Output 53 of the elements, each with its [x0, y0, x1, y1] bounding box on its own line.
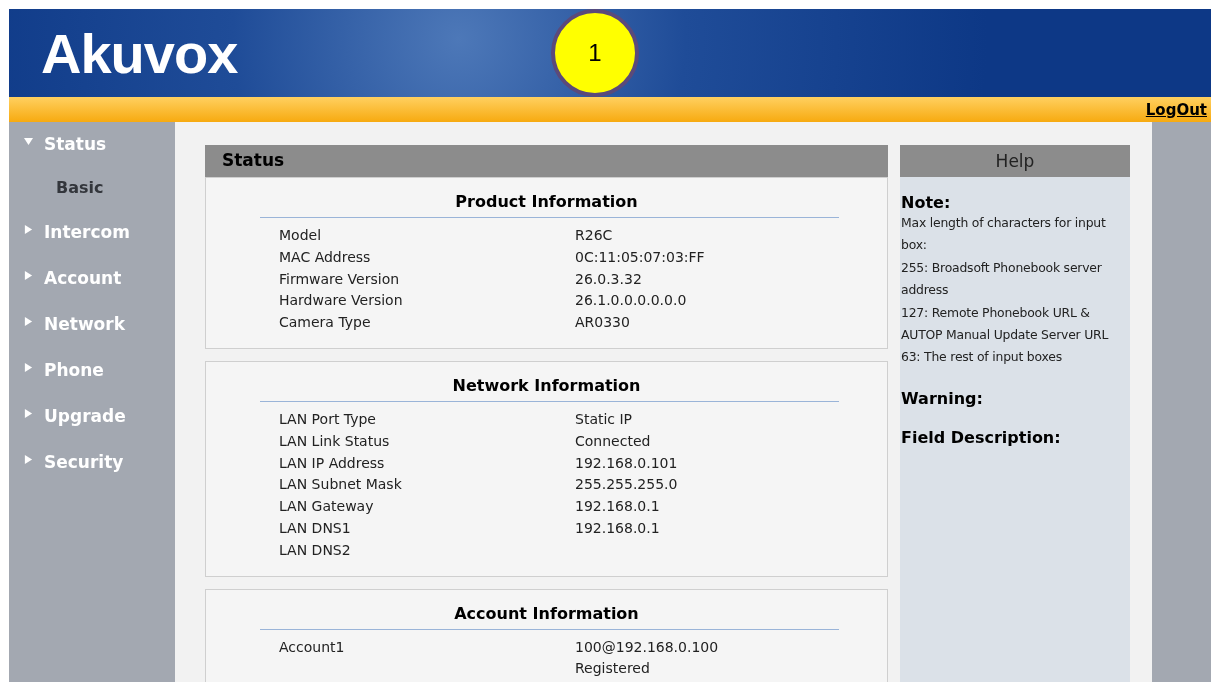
section-title: Product Information	[454, 191, 639, 213]
expander-icon	[24, 137, 33, 146]
field-label: LAN Link Status	[279, 432, 390, 449]
expander-icon	[24, 363, 33, 372]
section-title: Account Information	[453, 602, 640, 625]
help-title: Help	[900, 145, 1130, 177]
field-label: LAN DNS2	[279, 541, 351, 558]
field-label: LAN DNS1	[279, 519, 351, 536]
field-value: 192.168.0.101	[575, 454, 678, 471]
field-label: LAN Subnet Mask	[279, 476, 402, 493]
nav-item[interactable]: Security	[9, 452, 175, 498]
field-value: 192.168.0.1	[575, 498, 660, 515]
field-value: 255.255.255.0	[575, 476, 678, 493]
nav-subitem[interactable]: Basic	[9, 178, 175, 222]
field-label: MAC Address	[279, 248, 371, 265]
callout-badge: 1	[551, 9, 639, 97]
field-value: 192.168.0.1	[575, 519, 660, 536]
panel-title: Status	[205, 145, 888, 177]
nav-item[interactable]: Phone	[9, 360, 175, 406]
field-label: Model	[279, 227, 322, 243]
expander-icon	[24, 317, 33, 326]
field-label: Firmware Version	[279, 270, 400, 287]
field-label: LAN IP Address	[279, 454, 385, 471]
help-text: Max length of characters for input box: 255: Broadsoft Phonebook server address 127: Remote Phonebook URL & AUTOP Manual Update Server URL 63: The rest of input boxes	[901, 214, 1110, 367]
nav-item[interactable]: Status	[9, 134, 175, 180]
help-heading: Note:	[901, 193, 952, 212]
nav-item[interactable]: Account	[9, 268, 175, 314]
expander-icon	[24, 225, 33, 234]
field-value: 100@192.168.0.100	[575, 638, 719, 655]
nav-item[interactable]: Upgrade	[9, 406, 175, 452]
nav-item[interactable]: Intercom	[9, 222, 175, 268]
field-value: Connected	[575, 432, 651, 449]
expander-icon	[24, 409, 33, 418]
field-value: AR0330	[575, 314, 630, 331]
nav-item[interactable]: Network	[9, 314, 175, 360]
section-title: Network Information	[451, 375, 642, 397]
field-label: Camera Type	[279, 314, 371, 331]
field-value: Static IP	[575, 411, 633, 427]
help-heading: Warning:	[901, 388, 984, 408]
field-label: LAN Gateway	[279, 498, 374, 515]
logo: Akuvox	[41, 20, 238, 86]
field-label: LAN Port Type	[279, 411, 376, 427]
field-label: Hardware Version	[279, 292, 403, 309]
expander-icon	[24, 455, 33, 464]
field-value: 0C:11:05:07:03:FF	[575, 248, 705, 265]
help-heading: Field Description:	[901, 427, 1062, 447]
logout-link[interactable]: LogOut	[1145, 100, 1207, 119]
field-value: 26.0.3.32	[575, 270, 642, 287]
field-value: 26.1.0.0.0.0.0.0	[575, 292, 687, 309]
expander-icon	[24, 271, 33, 280]
field-label: Account1	[279, 638, 345, 655]
field-value: Registered	[575, 660, 650, 677]
field-value: R26C	[575, 227, 613, 243]
